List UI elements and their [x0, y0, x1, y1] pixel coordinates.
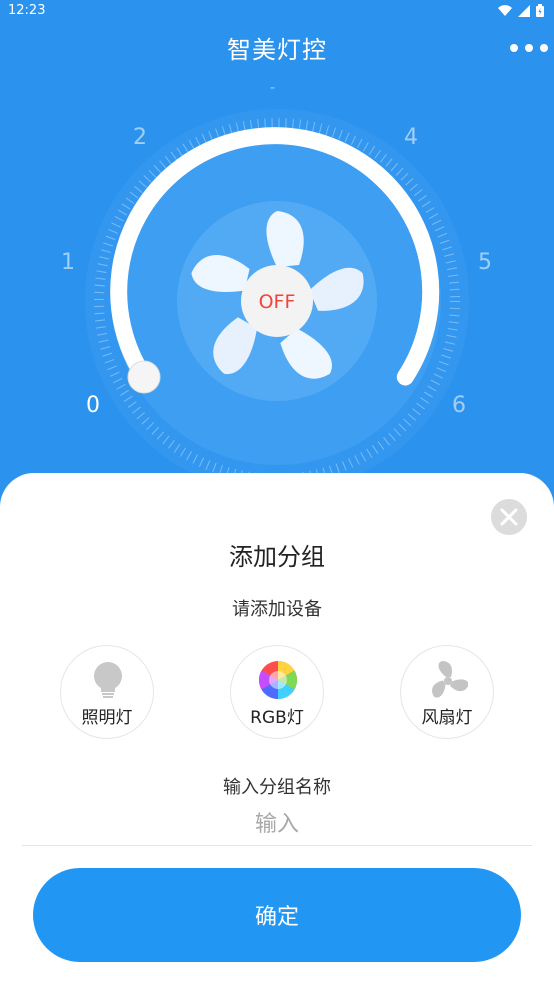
status-time: 12:23 [8, 3, 46, 18]
fan-control-dial: OFF 0 1 2 - 4 5 6 [0, 72, 554, 492]
speed-label-1: 1 [61, 250, 75, 275]
device-label-lighting: 照明灯 [81, 708, 133, 728]
device-option-fan[interactable]: 风扇灯 [400, 645, 494, 739]
speed-label-3: - [270, 80, 276, 96]
add-group-sheet: 添加分组 请添加设备 照明灯 RGB灯 风扇灯 输入分组名称 输入 确定 [0, 473, 554, 985]
close-icon[interactable] [491, 499, 527, 535]
group-name-label: 输入分组名称 [223, 777, 331, 798]
group-name-input[interactable] [22, 803, 532, 846]
device-option-rgb[interactable]: RGB灯 [230, 645, 324, 739]
sheet-subtitle: 请添加设备 [232, 599, 322, 620]
sheet-title: 添加分组 [229, 543, 325, 571]
dial-graphic: OFF [85, 109, 469, 492]
speed-label-0: 0 [86, 393, 100, 418]
battery-icon [536, 4, 544, 17]
speed-knob[interactable] [127, 360, 161, 394]
speed-label-6: 6 [452, 393, 466, 418]
speed-label-5: 5 [478, 250, 492, 275]
signal-icon [518, 4, 530, 17]
device-label-fan: 风扇灯 [421, 708, 473, 728]
speed-label-4: 4 [404, 125, 418, 150]
power-toggle-label[interactable]: OFF [259, 291, 296, 313]
page-title: 智美灯控 [227, 36, 327, 64]
status-bar: 12:23 [0, 0, 554, 24]
more-icon[interactable] [508, 42, 552, 54]
confirm-button[interactable]: 确定 [33, 868, 521, 962]
status-icons [498, 4, 544, 17]
bulb-icon [94, 662, 122, 698]
wifi-icon [498, 4, 512, 16]
device-label-rgb: RGB灯 [250, 708, 304, 728]
fan-icon [432, 661, 468, 698]
app-header: 智美灯控 [0, 24, 554, 72]
color-wheel-icon [258, 660, 298, 700]
device-option-lighting[interactable]: 照明灯 [60, 645, 154, 739]
speed-label-2: 2 [133, 125, 147, 150]
